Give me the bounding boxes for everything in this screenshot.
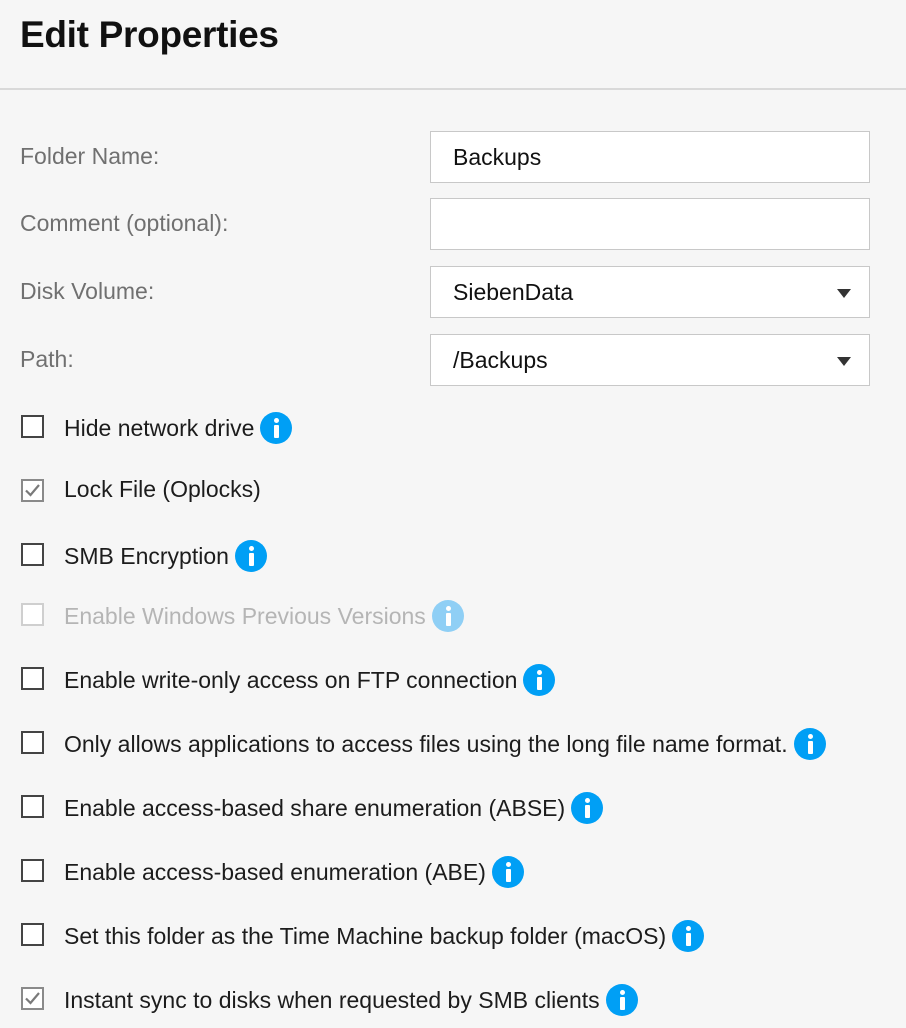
option-label-group: Set this folder as the Time Machine back… [64, 920, 705, 952]
option-checkbox[interactable] [21, 731, 44, 754]
option-label: Enable access-based enumeration (ABE) [64, 858, 486, 885]
path-row: Path: /Backups [0, 334, 906, 386]
option-label-group: Instant sync to disks when requested by … [64, 984, 638, 1016]
option-label: Enable access-based share enumeration (A… [64, 794, 566, 821]
option-row: Hide network drive [0, 408, 906, 448]
option-checkbox[interactable] [21, 667, 44, 690]
option-label-group: Enable Windows Previous Versions [64, 600, 464, 632]
info-icon[interactable] [793, 728, 826, 760]
info-icon[interactable] [234, 540, 267, 572]
option-label-group: Hide network drive [64, 412, 293, 444]
option-label: SMB Encryption [64, 542, 229, 569]
option-checkbox[interactable] [21, 987, 44, 1010]
option-label: Instant sync to disks when requested by … [64, 986, 600, 1013]
option-row: Lock File (Oplocks) [0, 472, 906, 512]
option-checkbox[interactable] [21, 795, 44, 818]
option-checkbox[interactable] [21, 543, 44, 566]
option-label: Set this folder as the Time Machine back… [64, 922, 667, 949]
dialog-title: Edit Properties [20, 14, 279, 55]
disk-volume-label: Disk Volume: [20, 278, 155, 304]
folder-name-input[interactable]: Backups [430, 131, 870, 183]
folder-name-value: Backups [453, 144, 542, 170]
disk-volume-value: SiebenData [453, 279, 574, 305]
comment-label: Comment (optional): [20, 210, 229, 236]
option-label: Enable write-only access on FTP connecti… [64, 666, 518, 693]
option-label-group: Lock File (Oplocks) [64, 476, 261, 503]
option-label: Hide network drive [64, 414, 255, 441]
option-row: Instant sync to disks when requested by … [0, 980, 906, 1020]
option-row: Enable access-based share enumeration (A… [0, 788, 906, 828]
option-label-group: Enable access-based enumeration (ABE) [64, 856, 524, 888]
comment-input[interactable] [430, 198, 870, 250]
info-icon [431, 600, 464, 632]
info-icon[interactable] [672, 920, 705, 952]
info-icon[interactable] [571, 792, 604, 824]
option-row: Only allows applications to access files… [0, 724, 906, 764]
folder-name-row: Folder Name: Backups [0, 131, 906, 183]
option-row: Enable access-based enumeration (ABE) [0, 852, 906, 892]
dialog-header: Edit Properties [0, 0, 906, 90]
info-icon[interactable] [605, 984, 638, 1016]
disk-volume-row: Disk Volume: SiebenData [0, 266, 906, 318]
checkmark-icon [25, 484, 40, 497]
option-label-group: Enable access-based share enumeration (A… [64, 792, 604, 824]
option-checkbox[interactable] [21, 859, 44, 882]
option-label: Only allows applications to access files… [64, 730, 788, 757]
option-label: Enable Windows Previous Versions [64, 602, 426, 629]
info-icon[interactable] [260, 412, 293, 444]
comment-row: Comment (optional): [0, 198, 906, 250]
option-checkbox[interactable] [21, 923, 44, 946]
option-label: Lock File (Oplocks) [64, 476, 261, 502]
info-icon[interactable] [523, 664, 556, 696]
option-checkbox[interactable] [21, 479, 44, 502]
checkmark-icon [25, 992, 40, 1005]
chevron-down-icon [837, 289, 851, 298]
option-row: Set this folder as the Time Machine back… [0, 916, 906, 956]
option-row: Enable write-only access on FTP connecti… [0, 660, 906, 700]
option-row: SMB Encryption [0, 536, 906, 576]
path-label: Path: [20, 346, 74, 372]
option-checkbox [21, 603, 44, 626]
info-icon[interactable] [491, 856, 524, 888]
option-label-group: Enable write-only access on FTP connecti… [64, 664, 556, 696]
disk-volume-select[interactable]: SiebenData [430, 266, 870, 318]
path-select[interactable]: /Backups [430, 334, 870, 386]
option-label-group: Only allows applications to access files… [64, 728, 826, 760]
option-row: Enable Windows Previous Versions [0, 596, 906, 636]
folder-name-label: Folder Name: [20, 143, 160, 169]
chevron-down-icon [837, 357, 851, 366]
path-value: /Backups [453, 347, 548, 373]
option-label-group: SMB Encryption [64, 540, 267, 572]
option-checkbox[interactable] [21, 415, 44, 438]
